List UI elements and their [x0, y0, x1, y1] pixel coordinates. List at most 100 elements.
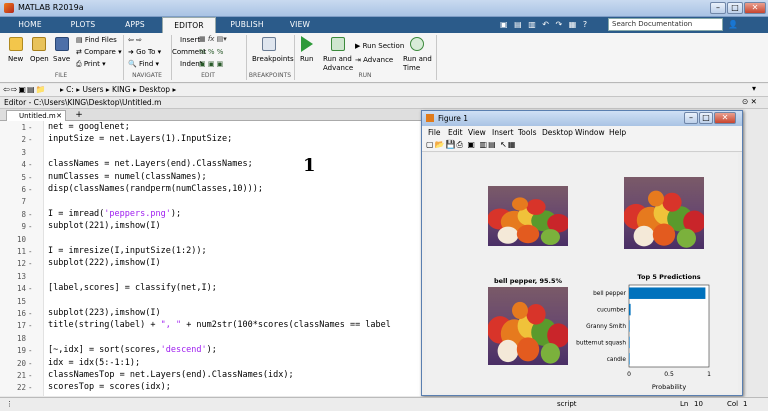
file-tab-untitled[interactable]: Untitled.m ✕	[6, 110, 66, 121]
run-and-advance-button[interactable]: Run and Advance	[323, 55, 353, 73]
minimize-button[interactable]: –	[710, 2, 726, 14]
code-line[interactable]: classNames = net.Layers(end).ClassNames;	[48, 159, 253, 169]
open-button[interactable]: Open	[30, 55, 49, 63]
compare-button[interactable]: ⇄ Compare ▾	[76, 48, 122, 56]
tab-editor[interactable]: EDITOR	[162, 17, 216, 33]
figure-window[interactable]: Figure 1 – □ ✕ File Edit View Insert Too…	[421, 110, 743, 396]
tab-home[interactable]: HOME	[8, 17, 52, 33]
code-line[interactable]: disp(classNames(randperm(numClasses,10))…	[48, 184, 263, 194]
open-icon[interactable]	[32, 37, 46, 51]
find-files-button[interactable]: ▤ Find Files	[76, 36, 117, 44]
tab-view[interactable]: VIEW	[278, 17, 322, 33]
tab-publish[interactable]: PUBLISH	[220, 17, 274, 33]
breakpoint-marker[interactable]: -	[28, 222, 33, 231]
breakpoint-marker[interactable]: -	[28, 284, 33, 293]
path-king[interactable]: KING	[112, 85, 131, 94]
find-button[interactable]: 🔍 Find ▾	[128, 60, 159, 68]
comment-icons[interactable]: % % %	[199, 48, 223, 56]
status-bar: ⋮ script Ln 10 Col 1	[0, 397, 768, 411]
code-text: subplot(221),imshow(I)	[48, 221, 161, 232]
code-line[interactable]: title(string(label) + ", " + num2str(100…	[48, 320, 391, 330]
code-string: ", "	[160, 320, 182, 331]
breakpoint-marker[interactable]: -	[28, 185, 33, 194]
go-to-button[interactable]: ➜ Go To ▾	[128, 48, 161, 56]
breakpoint-marker[interactable]: -	[28, 359, 33, 368]
code-line[interactable]: classNamesTop = net.Layers(end).ClassNam…	[48, 370, 294, 380]
code-line[interactable]: [~,idx] = sort(scores,'descend');	[48, 345, 217, 355]
breakpoint-marker[interactable]: -	[28, 210, 33, 219]
print-button[interactable]: ⎙ Print ▾	[76, 60, 106, 69]
close-tab-icon[interactable]: ✕	[56, 111, 62, 121]
indent-icons[interactable]: ▣ ▣ ▣	[199, 60, 223, 68]
code-line[interactable]: inputSize = net.Layers(1).InputSize;	[48, 134, 232, 144]
run-section-button[interactable]: ▶ Run Section	[355, 42, 404, 50]
code-line[interactable]: numClasses = numel(classNames);	[48, 172, 207, 182]
run-and-time-button[interactable]: Run and Time	[403, 55, 432, 73]
menu-window[interactable]: Window	[575, 128, 605, 137]
dropdown-icon[interactable]: ▾	[752, 84, 756, 93]
code-line[interactable]: subplot(223),imshow(I)	[48, 308, 161, 318]
menu-tools[interactable]: Tools	[518, 128, 536, 137]
menu-edit[interactable]: Edit	[448, 128, 463, 137]
breakpoints-button[interactable]: Breakpoints	[252, 55, 294, 63]
run-and-time-icon[interactable]	[410, 37, 424, 51]
breakpoint-marker[interactable]: -	[28, 383, 33, 392]
breakpoint-marker[interactable]: -	[28, 135, 33, 144]
figure-minimize-button[interactable]: –	[684, 112, 698, 124]
menu-insert[interactable]: Insert	[492, 128, 514, 137]
breakpoint-marker[interactable]: -	[28, 371, 33, 380]
new-button[interactable]: New	[8, 55, 23, 63]
breakpoint-marker[interactable]: -	[28, 259, 33, 268]
breakpoint-marker[interactable]: -	[28, 123, 33, 132]
tab-apps[interactable]: APPS	[112, 17, 158, 33]
insert-icons[interactable]: ▦ fx ▤▾	[199, 35, 227, 43]
path-nav-icons[interactable]: ⇦⇨▣▤📁	[3, 85, 46, 94]
menu-help[interactable]: Help	[609, 128, 626, 137]
menu-desktop[interactable]: Desktop	[542, 128, 573, 137]
path-users[interactable]: Users	[82, 85, 103, 94]
code-line[interactable]: idx = idx(5:-1:1);	[48, 358, 140, 368]
breakpoint-marker[interactable]: -	[28, 346, 33, 355]
user-icon[interactable]: 👤	[728, 20, 738, 29]
code-line[interactable]: I = imread('peppers.png');	[48, 209, 181, 219]
code-line[interactable]: I = imresize(I,inputSize(1:2));	[48, 246, 207, 256]
quick-access-toolbar[interactable]: ▣ ▤ ▥ ↶ ↷ ▦ ?	[500, 20, 589, 29]
breakpoint-marker[interactable]: -	[28, 247, 33, 256]
code-line[interactable]: scoresTop = scores(idx);	[48, 382, 171, 392]
save-button[interactable]: Save	[53, 55, 70, 63]
editor-options-icon[interactable]: ⊙ ✕	[742, 97, 757, 106]
search-input[interactable]: Search Documentation	[608, 18, 723, 31]
code-line[interactable]: subplot(222),imshow(I)	[48, 258, 161, 268]
title-bar: MATLAB R2019a – □ ✕	[0, 0, 768, 17]
code-editor[interactable]: 1- net = googlenet; 2- inputSize = net.Laye…	[0, 121, 422, 396]
back-forward-icon[interactable]: ⇦ ⇨	[128, 36, 142, 44]
code-text: subplot(223),imshow(I)	[48, 308, 161, 318]
code-line[interactable]: net = googlenet;	[48, 122, 130, 132]
figure-close-button[interactable]: ✕	[714, 112, 736, 124]
close-button[interactable]: ✕	[744, 2, 766, 14]
menu-file[interactable]: File	[428, 128, 441, 137]
breakpoint-marker[interactable]: -	[28, 160, 33, 169]
breakpoint-marker[interactable]: -	[28, 173, 33, 182]
run-button[interactable]: Run	[300, 55, 313, 63]
breakpoint-marker[interactable]: -	[28, 309, 33, 318]
breadcrumb[interactable]: ▸ C: ▸ Users ▸ KING ▸ Desktop ▸	[60, 85, 176, 94]
save-icon[interactable]	[55, 37, 69, 51]
figure-maximize-button[interactable]: □	[699, 112, 713, 124]
insert-label[interactable]: Insert	[180, 36, 200, 44]
breakpoint-marker[interactable]: -	[28, 321, 33, 330]
run-and-advance-icon[interactable]	[331, 37, 345, 51]
new-tab-button[interactable]: +	[72, 110, 86, 121]
run-icon[interactable]	[301, 36, 313, 52]
tab-plots[interactable]: PLOTS	[58, 17, 108, 33]
code-line[interactable]: subplot(221),imshow(I)	[48, 221, 161, 231]
figure-tool-icons[interactable]: ▢📂💾⎙ ▣ ▥▤ ↖▦	[426, 140, 516, 150]
breakpoints-icon[interactable]	[262, 37, 276, 51]
advance-button[interactable]: ⇥ Advance	[355, 56, 393, 64]
new-icon[interactable]	[9, 37, 23, 51]
path-c[interactable]: C:	[66, 85, 74, 94]
path-desktop[interactable]: Desktop	[139, 85, 170, 94]
code-line[interactable]: [label,scores] = classify(net,I);	[48, 283, 217, 293]
menu-view[interactable]: View	[468, 128, 486, 137]
maximize-button[interactable]: □	[727, 2, 743, 14]
